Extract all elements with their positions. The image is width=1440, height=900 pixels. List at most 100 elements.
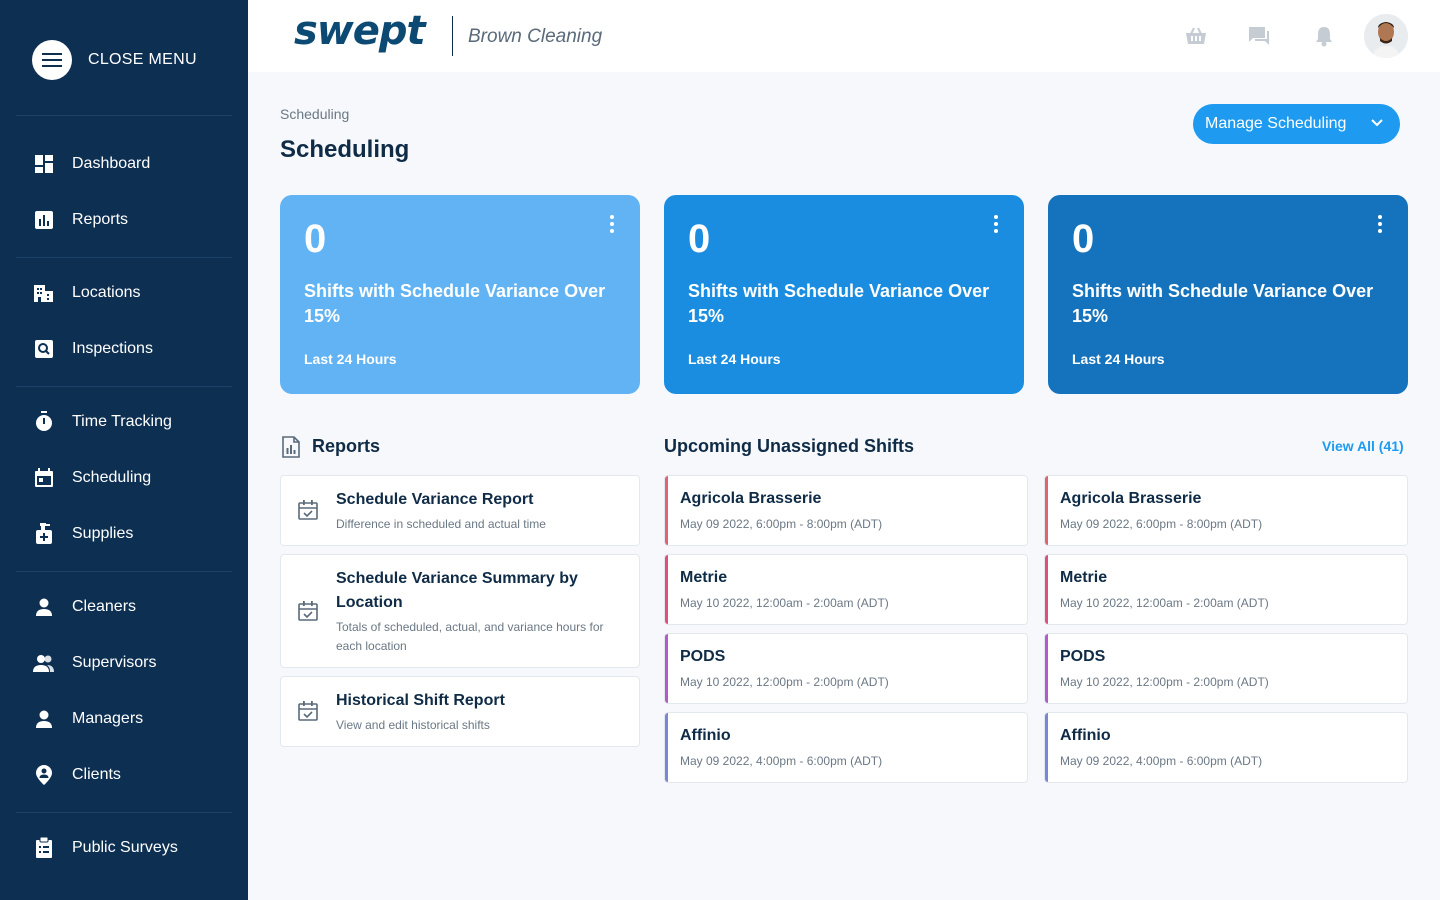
person-icon [32, 595, 56, 619]
report-description: Difference in scheduled and actual time [336, 517, 546, 531]
report-item-variance-summary[interactable]: Schedule Variance Summary by Location To… [280, 554, 640, 668]
shift-card[interactable]: PODS May 10 2022, 12:00pm - 2:00pm (ADT) [1044, 633, 1408, 704]
shift-time: May 10 2022, 12:00am - 2:00am (ADT) [680, 596, 889, 610]
shift-card[interactable]: PODS May 10 2022, 12:00pm - 2:00pm (ADT) [664, 633, 1028, 704]
shift-card[interactable]: Agricola Brasserie May 09 2022, 6:00pm -… [1044, 475, 1408, 546]
swept-logo[interactable]: swept [294, 8, 426, 54]
shift-card[interactable]: Metrie May 10 2022, 12:00am - 2:00am (AD… [1044, 554, 1408, 625]
report-item-historical-shift[interactable]: Historical Shift Report View and edit hi… [280, 676, 640, 747]
stat-title: Shifts with Schedule Variance Over 15% [304, 281, 606, 326]
sidebar-item-time-tracking[interactable]: Time Tracking [0, 400, 248, 444]
sidebar-item-inspections[interactable]: Inspections [0, 327, 248, 371]
top-header: swept Brown Cleaning [248, 0, 1440, 72]
building-icon [32, 281, 56, 305]
stat-value: 0 [688, 217, 711, 261]
chat-icon[interactable] [1247, 24, 1271, 48]
sidebar-item-supplies[interactable]: Supplies [0, 512, 248, 556]
sidebar-item-label: Cleaners [72, 598, 137, 615]
report-title: Schedule Variance Report [336, 491, 534, 508]
nav-divider [16, 386, 232, 387]
sidebar: CLOSE MENU Dashboard Reports Locations I… [0, 0, 248, 900]
shift-color-bar [665, 476, 668, 545]
shift-location: Agricola Brasserie [680, 490, 822, 507]
page-title: Scheduling [280, 136, 410, 163]
sidebar-item-label: Clients [72, 766, 121, 783]
manage-scheduling-label: Manage Scheduling [1205, 115, 1347, 132]
client-pin-icon [32, 763, 56, 787]
upcoming-shifts-title: Upcoming Unassigned Shifts [664, 436, 915, 456]
shift-color-bar [1045, 713, 1048, 782]
shift-location: PODS [680, 648, 726, 665]
stat-value: 0 [1072, 217, 1095, 261]
stopwatch-icon [32, 410, 56, 434]
calendar-check-icon [297, 499, 319, 526]
sidebar-item-scheduling[interactable]: Scheduling [0, 456, 248, 500]
shift-color-bar [665, 713, 668, 782]
supplies-icon [32, 522, 56, 546]
nav-divider [16, 115, 232, 116]
person-icon [32, 707, 56, 731]
shift-color-bar [665, 634, 668, 703]
close-menu-button[interactable]: CLOSE MENU [32, 40, 197, 80]
view-all-link[interactable]: View All (41) [1322, 438, 1404, 454]
shift-time: May 10 2022, 12:00pm - 2:00pm (ADT) [1060, 675, 1269, 689]
sidebar-item-label: Supervisors [72, 654, 157, 671]
sidebar-item-label: Scheduling [72, 469, 152, 486]
stat-period: Last 24 Hours [688, 351, 781, 367]
inspection-icon [32, 337, 56, 361]
sidebar-item-cleaners[interactable]: Cleaners [0, 585, 248, 629]
sidebar-item-supervisors[interactable]: Supervisors [0, 641, 248, 685]
sidebar-item-label: Supplies [72, 525, 134, 542]
breadcrumb[interactable]: Scheduling [280, 106, 349, 122]
nav-divider [16, 812, 232, 813]
shift-card[interactable]: Affinio May 09 2022, 4:00pm - 6:00pm (AD… [1044, 712, 1408, 783]
sidebar-item-label: Dashboard [72, 155, 151, 172]
more-options-icon[interactable] [606, 213, 618, 235]
shift-time: May 09 2022, 4:00pm - 6:00pm (ADT) [680, 754, 883, 768]
shift-time: May 10 2022, 12:00pm - 2:00pm (ADT) [680, 675, 889, 689]
shift-time: May 09 2022, 4:00pm - 6:00pm (ADT) [1060, 754, 1263, 768]
more-options-icon[interactable] [990, 213, 1002, 235]
report-description: Totals of scheduled, actual, and varianc… [336, 620, 604, 653]
stat-card: 0 Shifts with Schedule Variance Over 15%… [664, 195, 1024, 394]
shift-location: Agricola Brasserie [1060, 490, 1202, 507]
sidebar-item-public-surveys[interactable]: Public Surveys [0, 826, 248, 870]
sidebar-item-label: Inspections [72, 340, 153, 357]
shift-location: PODS [1060, 648, 1106, 665]
sidebar-item-label: Reports [72, 211, 129, 228]
report-title: Schedule Variance Summary by Location [336, 570, 578, 611]
clipboard-icon [32, 836, 56, 860]
sidebar-item-dashboard[interactable]: Dashboard [0, 142, 248, 186]
nav-divider [16, 571, 232, 572]
shift-card[interactable]: Affinio May 09 2022, 4:00pm - 6:00pm (AD… [664, 712, 1028, 783]
report-item-schedule-variance[interactable]: Schedule Variance Report Difference in s… [280, 475, 640, 546]
shift-card[interactable]: Agricola Brasserie May 09 2022, 6:00pm -… [664, 475, 1028, 546]
shift-location: Affinio [1060, 727, 1111, 744]
sidebar-item-label: Time Tracking [72, 413, 172, 430]
calendar-check-icon [297, 700, 319, 727]
close-menu-label: CLOSE MENU [88, 51, 197, 68]
sidebar-item-managers[interactable]: Managers [0, 697, 248, 741]
report-chart-icon [280, 436, 302, 463]
shift-location: Metrie [1060, 569, 1108, 586]
stat-title: Shifts with Schedule Variance Over 15% [688, 281, 990, 326]
sidebar-item-reports[interactable]: Reports [0, 198, 248, 242]
sidebar-item-label: Locations [72, 284, 141, 301]
stat-period: Last 24 Hours [1072, 351, 1165, 367]
sidebar-item-clients[interactable]: Clients [0, 753, 248, 797]
stat-title: Shifts with Schedule Variance Over 15% [1072, 281, 1374, 326]
sidebar-item-locations[interactable]: Locations [0, 271, 248, 315]
report-title: Historical Shift Report [336, 692, 505, 709]
company-name: Brown Cleaning [468, 26, 603, 47]
sidebar-item-label: Managers [72, 710, 144, 727]
shift-card[interactable]: Metrie May 10 2022, 12:00am - 2:00am (AD… [664, 554, 1028, 625]
basket-icon[interactable] [1184, 24, 1208, 48]
shift-time: May 09 2022, 6:00pm - 8:00pm (ADT) [680, 517, 883, 531]
hamburger-icon [32, 40, 72, 80]
avatar[interactable] [1364, 14, 1408, 58]
calendar-check-icon [297, 600, 319, 627]
manage-scheduling-button[interactable]: Manage Scheduling [1193, 104, 1400, 144]
bell-icon[interactable] [1312, 24, 1336, 48]
chevron-down-icon [1370, 116, 1384, 135]
more-options-icon[interactable] [1374, 213, 1386, 235]
